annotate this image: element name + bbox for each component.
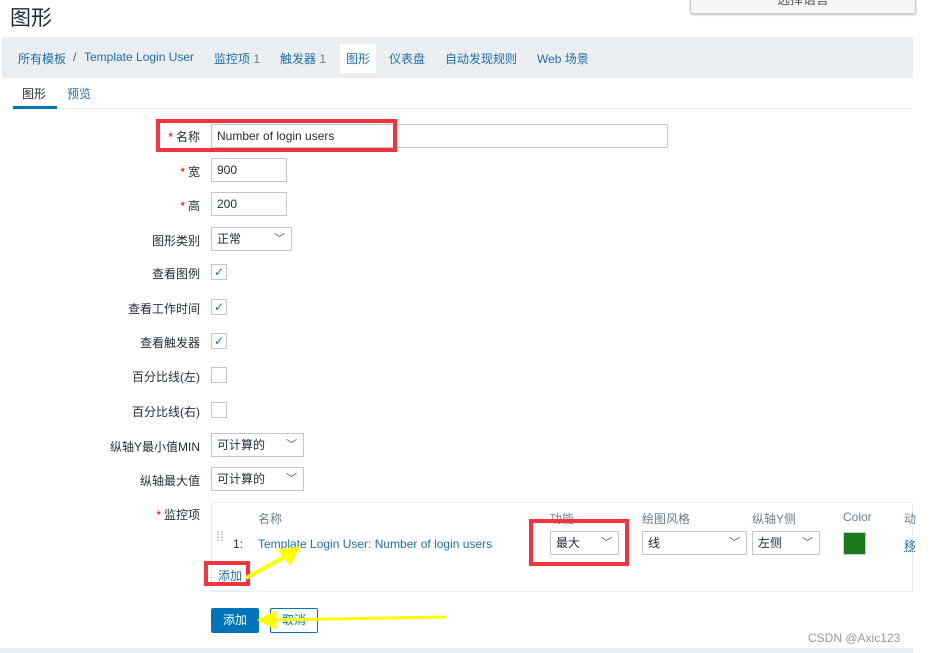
arrow-to-add-button-line <box>271 615 446 622</box>
arrow-to-item-line <box>245 554 287 580</box>
arrow-to-item-head <box>277 546 301 566</box>
arrow-to-add-button-head <box>256 610 277 630</box>
watermark: CSDN @Axic123 <box>808 631 901 645</box>
annotation-arrows <box>245 546 446 630</box>
